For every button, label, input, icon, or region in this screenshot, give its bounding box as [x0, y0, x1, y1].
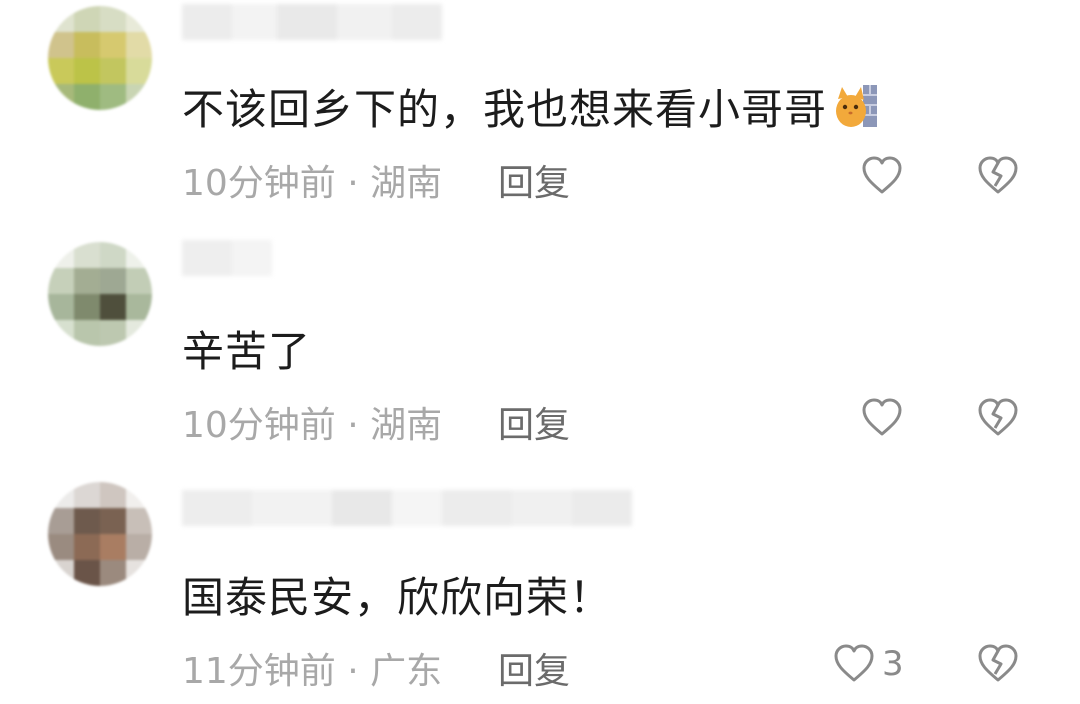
- avatar[interactable]: [48, 482, 152, 586]
- meta-separator: ·: [335, 163, 371, 204]
- comment-location: 广东: [370, 651, 443, 692]
- username-blurred[interactable]: [182, 490, 632, 526]
- comment-text-content: 国泰民安，欣欣向荣！: [182, 572, 613, 622]
- reply-button[interactable]: 回复: [498, 396, 570, 448]
- broken-heart-icon[interactable]: [976, 396, 1020, 440]
- broken-heart-icon[interactable]: [976, 154, 1020, 198]
- comment-meta: 10分钟前 · 湖南: [182, 396, 442, 448]
- meta-separator: ·: [335, 405, 371, 446]
- like-button[interactable]: [860, 396, 910, 440]
- cat-peeking-emoji-icon: [836, 85, 878, 127]
- comment-text: 国泰民安，欣欣向荣！: [182, 566, 612, 622]
- reply-button[interactable]: 回复: [498, 154, 570, 206]
- username-blurred[interactable]: [182, 240, 272, 276]
- comment-meta: 11分钟前 · 广东: [182, 642, 442, 694]
- comment-location: 湖南: [370, 163, 443, 204]
- comment-time: 10分钟前: [182, 405, 336, 446]
- heart-outline-icon: [862, 398, 902, 436]
- comment-location: 湖南: [370, 405, 443, 446]
- comment-text: 不该回乡下的，我也想来看小哥哥: [182, 78, 879, 134]
- like-button[interactable]: 3: [832, 642, 904, 686]
- avatar[interactable]: [48, 6, 152, 110]
- comment-item: 不该回乡下的，我也想来看小哥哥 10分钟前 · 湖南 回复: [0, 0, 1080, 230]
- like-count: 3: [882, 644, 904, 684]
- comment-time: 10分钟前: [182, 163, 336, 204]
- comment-item: 国泰民安，欣欣向荣！ 11分钟前 · 广东 回复 3: [0, 478, 1080, 704]
- comment-item: 辛苦了 10分钟前 · 湖南 回复: [0, 236, 1080, 466]
- meta-separator: ·: [335, 651, 371, 692]
- heart-outline-icon: [862, 156, 902, 194]
- reply-button[interactable]: 回复: [498, 642, 570, 694]
- broken-heart-icon[interactable]: [976, 642, 1020, 686]
- comment-time: 11分钟前: [182, 651, 336, 692]
- comment-text: 辛苦了: [182, 320, 311, 376]
- comment-text-content: 辛苦了: [182, 326, 312, 376]
- comment-meta: 10分钟前 · 湖南: [182, 154, 442, 206]
- avatar[interactable]: [48, 242, 152, 346]
- username-blurred[interactable]: [182, 4, 442, 40]
- like-button[interactable]: [860, 154, 910, 198]
- heart-outline-icon: [834, 644, 874, 682]
- comment-text-content: 不该回乡下的，我也想来看小哥哥: [182, 84, 828, 134]
